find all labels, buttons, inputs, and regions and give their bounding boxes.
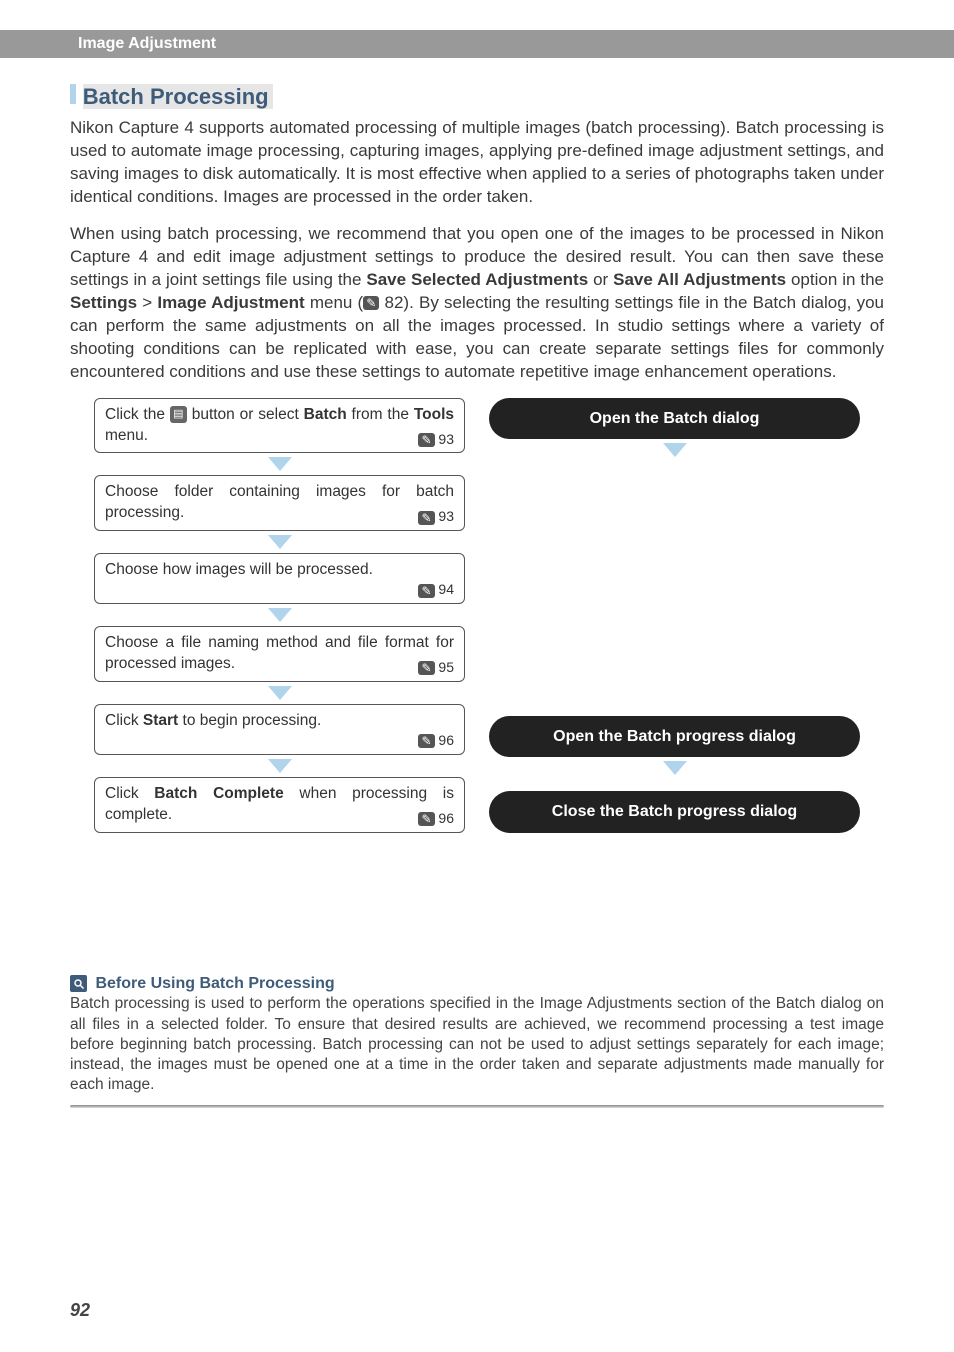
intro-paragraph-2: When using batch processing, we recommen… bbox=[70, 223, 884, 384]
step5-bold1: Start bbox=[143, 712, 178, 729]
step-box-4: Choose a file naming method and file for… bbox=[94, 626, 465, 682]
step6-ref: ✎ 96 bbox=[418, 809, 454, 828]
down-arrow-icon bbox=[268, 686, 292, 700]
step6-pre: Click bbox=[105, 785, 154, 802]
open-progress-dialog-pill: Open the Batch progress dialog bbox=[489, 716, 860, 758]
save-selected-label: Save Selected Adjustments bbox=[366, 270, 588, 289]
page-ref-icon: ✎ bbox=[418, 433, 434, 447]
step5-post: to begin processing. bbox=[178, 712, 321, 729]
batch-button-icon: ▤ bbox=[170, 406, 187, 423]
page-ref-icon: ✎ bbox=[363, 296, 379, 310]
page-number: 92 bbox=[70, 1298, 90, 1322]
page-ref-icon: ✎ bbox=[418, 812, 434, 826]
step-box-5: Click Start to begin processing. ✎ 96 bbox=[94, 704, 465, 755]
step-box-1: Click the ▤ button or select Batch from … bbox=[94, 398, 465, 454]
step1-ref-num: 93 bbox=[435, 431, 454, 447]
step1-pre: Click the bbox=[105, 406, 170, 423]
settings-menu-label: Settings bbox=[70, 293, 137, 312]
step1-bold2: Tools bbox=[414, 406, 454, 423]
down-arrow-icon bbox=[268, 608, 292, 622]
step1-post2: menu. bbox=[105, 427, 148, 444]
p2-gt: > bbox=[137, 293, 157, 312]
page-ref-icon: ✎ bbox=[418, 584, 434, 598]
down-arrow-icon bbox=[663, 761, 687, 775]
pills-column: Open the Batch dialog Open the Batch pro… bbox=[489, 398, 860, 833]
image-adjustment-menu-label: Image Adjustment bbox=[157, 293, 304, 312]
down-arrow-icon bbox=[268, 457, 292, 471]
step2-ref-num: 93 bbox=[435, 508, 454, 524]
breadcrumb-text: Image Adjustment bbox=[78, 33, 946, 55]
step4-ref: ✎ 95 bbox=[418, 658, 454, 677]
step1-mid: button or select bbox=[187, 406, 304, 423]
note-title-text: Before Using Batch Processing bbox=[91, 975, 335, 992]
page-ref-icon: ✎ bbox=[418, 734, 434, 748]
step6-ref-num: 96 bbox=[435, 810, 454, 826]
magnifier-icon bbox=[70, 975, 87, 992]
p2-option-in: option in the bbox=[786, 270, 884, 289]
steps-column: Click the ▤ button or select Batch from … bbox=[94, 398, 465, 833]
breadcrumb: Image Adjustment bbox=[0, 30, 954, 58]
page-ref-icon: ✎ bbox=[418, 511, 434, 525]
page-title: Batch Processing bbox=[83, 84, 273, 109]
step3-text: Choose how images will be processed. bbox=[105, 561, 373, 578]
down-arrow-icon bbox=[268, 759, 292, 773]
step6-bold1: Batch Complete bbox=[154, 785, 283, 802]
flow-diagram: Click the ▤ button or select Batch from … bbox=[70, 398, 884, 833]
step4-text: Choose a file naming method and file for… bbox=[105, 634, 454, 672]
step1-post: from the bbox=[347, 406, 414, 423]
save-all-label: Save All Adjustments bbox=[613, 270, 786, 289]
close-progress-dialog-pill: Close the Batch progress dialog bbox=[489, 791, 860, 833]
step1-bold1: Batch bbox=[304, 406, 347, 423]
step5-pre: Click bbox=[105, 712, 143, 729]
p2-menu-open: menu ( bbox=[305, 293, 364, 312]
down-arrow-icon bbox=[268, 535, 292, 549]
note-body: Batch processing is used to perform the … bbox=[70, 994, 884, 1095]
step5-ref-num: 96 bbox=[435, 732, 454, 748]
title-accent bbox=[70, 84, 76, 104]
step1-ref: ✎ 93 bbox=[418, 430, 454, 449]
p2-ref82: 82 bbox=[379, 293, 403, 312]
step2-ref: ✎ 93 bbox=[418, 507, 454, 526]
step4-ref-num: 95 bbox=[435, 659, 454, 675]
note-section: Before Using Batch Processing Batch proc… bbox=[70, 973, 884, 1095]
open-batch-dialog-pill: Open the Batch dialog bbox=[489, 398, 860, 440]
step3-ref: ✎ 94 bbox=[418, 580, 454, 599]
step2-text: Choose folder containing images for batc… bbox=[105, 483, 454, 521]
step-box-6: Click Batch Complete when processing is … bbox=[94, 777, 465, 833]
page-ref-icon: ✎ bbox=[418, 661, 434, 675]
footer-divider bbox=[70, 1105, 884, 1108]
step5-ref: ✎ 96 bbox=[418, 731, 454, 750]
intro-paragraph-1: Nikon Capture 4 supports automated proce… bbox=[70, 117, 884, 209]
down-arrow-icon bbox=[663, 443, 687, 457]
step-box-2: Choose folder containing images for batc… bbox=[94, 475, 465, 531]
section-title-row: Batch Processing bbox=[70, 82, 884, 112]
p2-or: or bbox=[588, 270, 613, 289]
step3-ref-num: 94 bbox=[435, 581, 454, 597]
note-title: Before Using Batch Processing bbox=[70, 973, 884, 995]
step-box-3: Choose how images will be processed. ✎ 9… bbox=[94, 553, 465, 604]
